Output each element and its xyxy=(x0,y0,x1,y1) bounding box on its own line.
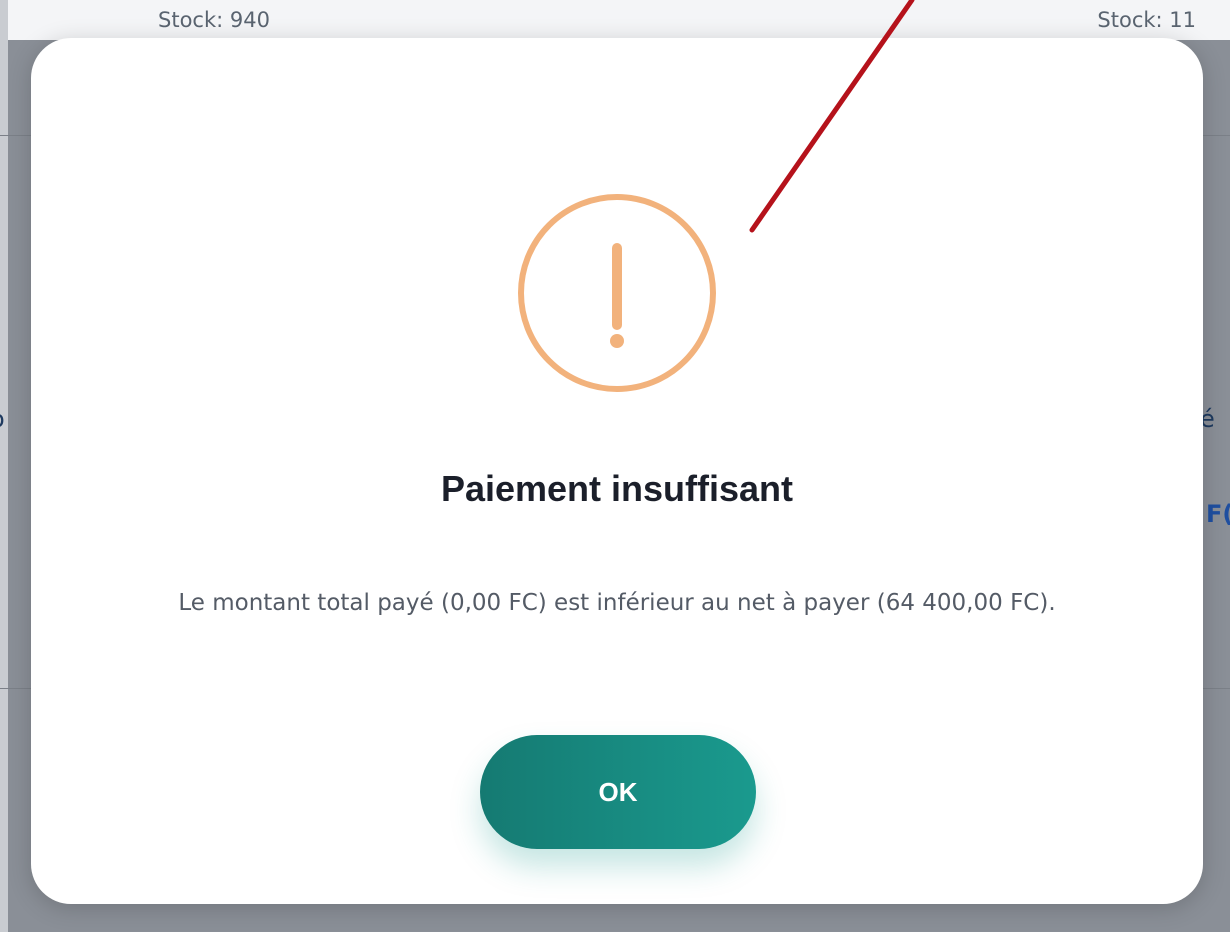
dialog-title: Paiement insuffisant xyxy=(440,468,794,509)
background-peek-text-right: é xyxy=(1200,405,1215,433)
background-left-edge xyxy=(0,0,8,932)
dialog-message: Le montant total payé (0,00 FC) est infé… xyxy=(178,590,1056,616)
stock-label-right: Stock: 11 xyxy=(1097,8,1196,32)
ok-button[interactable]: OK xyxy=(480,735,756,849)
background-peek-amount-right: F( xyxy=(1206,500,1230,528)
background-peek-text-left: o xyxy=(0,405,30,433)
stock-label-left: Stock: 940 xyxy=(158,8,270,32)
insufficient-payment-dialog: Paiement insuffisant Le montant total pa… xyxy=(31,38,1203,904)
exclamation-circle-icon xyxy=(518,194,716,392)
